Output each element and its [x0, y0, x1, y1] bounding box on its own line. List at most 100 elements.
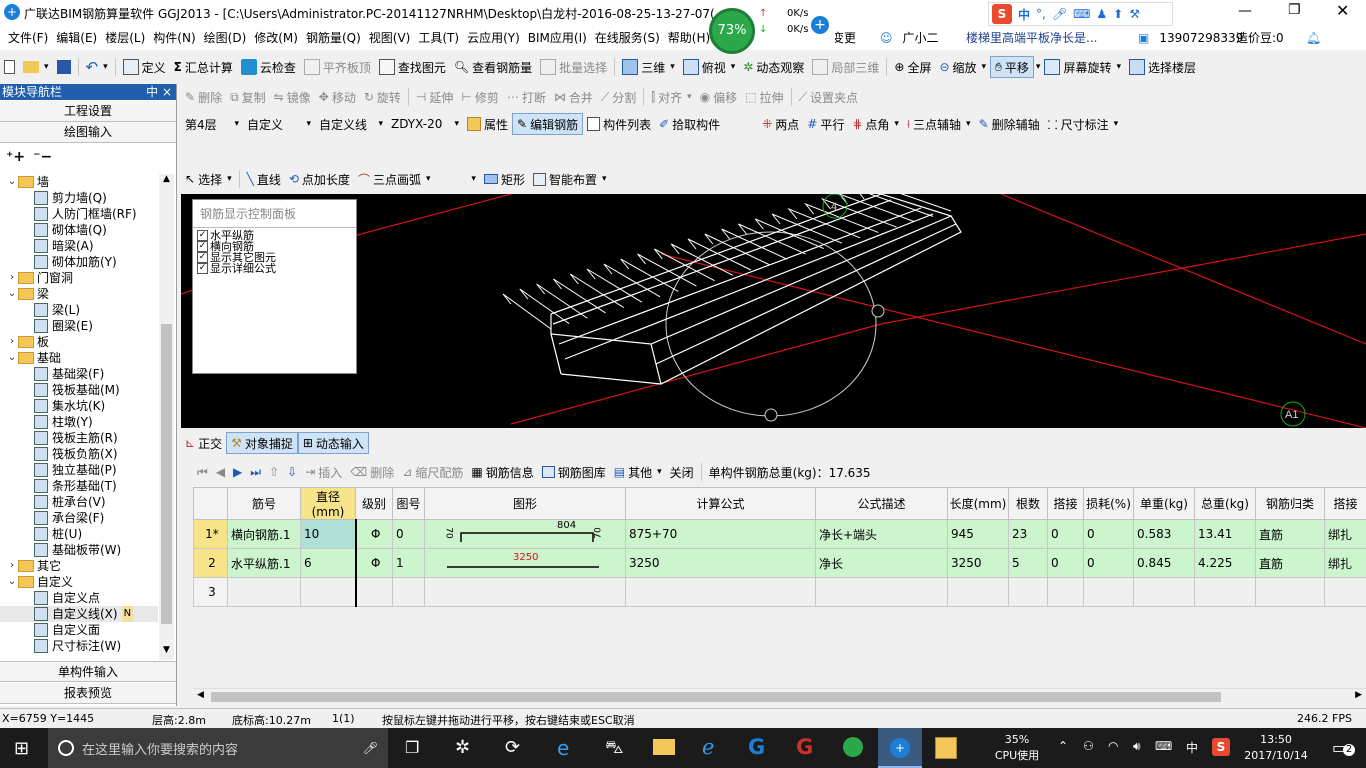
ie-browser-icon[interactable]: ℯ — [702, 735, 714, 759]
single-input-button[interactable]: 单构件输入 — [0, 661, 176, 682]
ortho-toggle[interactable]: ⊾ 正交 — [181, 432, 226, 454]
menu-modify[interactable]: 修改(M) — [250, 26, 302, 50]
keyboard-tray-icon[interactable]: ⌨ — [1155, 739, 1172, 753]
next-record-button[interactable]: ▶ — [229, 461, 246, 483]
rotate-button[interactable]: ↻ 旋转 — [360, 86, 405, 108]
tree-item[interactable]: 筏板基础(M) — [0, 382, 158, 398]
table-cell-laptype[interactable]: 绑扎 — [1324, 519, 1366, 549]
table-cell-cls[interactable]: 直筋 — [1255, 519, 1325, 549]
tree-folder[interactable]: ⌄ 墙 — [0, 174, 158, 190]
tree-item[interactable]: 圈梁(E) — [0, 318, 158, 334]
people-icon[interactable]: ⚇ — [1083, 739, 1094, 753]
pick-component-button[interactable]: ✐ 拾取构件 — [655, 113, 724, 135]
collapse-icon[interactable]: ⌄ — [6, 574, 18, 590]
table-cell-fig[interactable]: 0 — [392, 519, 425, 549]
two-point-button[interactable]: ⁜ 两点 — [758, 113, 803, 135]
nav-pin-close[interactable]: 中 × — [146, 84, 176, 100]
table-cell-cls[interactable] — [1255, 577, 1325, 607]
tree-item[interactable]: 尺寸标注(W) — [0, 638, 158, 654]
ime-lang[interactable]: 中 — [1018, 6, 1030, 23]
tree-item[interactable]: 筏板负筋(X) — [0, 446, 158, 462]
tree-item[interactable]: 条形基础(T) — [0, 478, 158, 494]
spiral-app-icon[interactable]: ⟳ — [505, 737, 520, 758]
table-cell-grade[interactable]: Φ — [355, 548, 393, 578]
tree-folder[interactable]: › 门窗洞 — [0, 270, 158, 286]
prev-record-button[interactable]: ◀ — [212, 461, 229, 483]
clock[interactable]: 13:50 2017/10/14 — [1240, 732, 1312, 764]
tree-item[interactable]: 柱墩(Y) — [0, 414, 158, 430]
collapse-icon[interactable]: ⌄ — [6, 350, 18, 366]
merge-button[interactable]: ⋈ 合并 — [550, 86, 597, 108]
tree-item[interactable]: 筏板主筋(R) — [0, 430, 158, 446]
table-cell-laptype[interactable]: 绑扎 — [1324, 548, 1366, 578]
column-header[interactable]: 直径(mm) — [300, 487, 356, 520]
column-header[interactable]: 级别 — [355, 487, 393, 520]
keyboard-icon[interactable]: ⌨ — [1073, 7, 1090, 21]
name-select[interactable]: ZDYX-20 ▾ — [387, 113, 463, 135]
point-length-button[interactable]: ⟲ 点加长度 — [285, 168, 354, 190]
table-cell-name[interactable]: 水平纵筋.1 — [227, 548, 301, 578]
new-file-button[interactable] — [0, 56, 19, 78]
table-row[interactable]: 3 — [193, 577, 1366, 607]
sogou-tray-icon[interactable]: S — [1212, 738, 1230, 756]
bell-icon[interactable]: 🔔︎ — [1302, 26, 1325, 50]
option-detailed-formula[interactable]: ✓ 显示详细公式 — [197, 263, 352, 274]
mic-icon[interactable]: 🎤︎ — [363, 741, 378, 755]
table-cell-no[interactable]: 1* — [193, 519, 228, 549]
task-view-icon[interactable]: ❐ — [405, 738, 419, 757]
define-button[interactable]: 定义 — [119, 56, 170, 78]
tree-item[interactable]: 砌体加筋(Y) — [0, 254, 158, 270]
trim-button[interactable]: ⊢ 修剪 — [457, 86, 502, 108]
column-header[interactable]: 搭接 — [1324, 487, 1366, 520]
category-select[interactable]: 自定义 ▾ — [243, 113, 315, 135]
draw-input-button[interactable]: 绘图输入 — [0, 122, 176, 143]
column-header[interactable]: 根数 — [1008, 487, 1048, 520]
zoom-button[interactable]: ⊝ 缩放 ▾ — [935, 56, 990, 78]
column-header[interactable]: 图形 — [424, 487, 626, 520]
edit-rebar-button[interactable]: ✎ 编辑钢筋 — [512, 113, 584, 135]
tree-item[interactable]: 自定义面 — [0, 622, 158, 638]
menu-tools[interactable]: 工具(T) — [414, 26, 463, 50]
expand-icon[interactable]: › — [6, 558, 18, 574]
scroll-thumb[interactable] — [161, 324, 172, 624]
table-cell-dia[interactable]: 10 — [300, 519, 357, 549]
extend-button[interactable]: ⊣ 延伸 — [412, 86, 457, 108]
rectangle-button[interactable]: 矩形 — [480, 168, 529, 190]
column-header[interactable]: 单重(kg) — [1133, 487, 1195, 520]
tree-item[interactable]: 桩承台(V) — [0, 494, 158, 510]
close-button[interactable]: ✕ — [1336, 1, 1349, 20]
dynamic-input-toggle[interactable]: ⊞ 动态输入 — [297, 432, 369, 454]
split-button[interactable]: ⟋ 分割 — [597, 86, 640, 108]
scroll-down-icon[interactable]: ▼ — [159, 645, 174, 660]
tree-scrollbar[interactable]: ▲ ▼ — [159, 174, 174, 660]
move-button[interactable]: ✥ 移动 — [315, 86, 360, 108]
file-explorer-icon[interactable] — [653, 739, 675, 755]
open-file-button[interactable]: ▾ — [19, 56, 53, 78]
sogou-logo-icon[interactable]: S — [992, 4, 1012, 24]
other-menu-button[interactable]: ▤ 其他 ▾ — [610, 461, 666, 483]
column-header[interactable]: 钢筋归类 — [1255, 487, 1325, 520]
find-element-button[interactable]: 查找图元 — [375, 56, 450, 78]
point-angle-button[interactable]: ⋕ 点角 ▾ — [848, 113, 903, 135]
table-row[interactable]: 2 水平纵筋.1 6 Φ 1 3250 3250 净长 3250 5 0 0 0.845 4.225 直筋绑… — [193, 548, 1366, 578]
table-cell-name[interactable]: 横向钢筋.1 — [227, 519, 301, 549]
menu-bim[interactable]: BIM应用(I) — [524, 26, 591, 50]
table-cell-lap[interactable] — [1047, 577, 1084, 607]
notice-link[interactable]: 楼梯里高端平板净长是... — [962, 26, 1101, 50]
table-cell-loss[interactable]: 0 — [1083, 519, 1134, 549]
scale-rebar-button[interactable]: ⊿ 缩尺配筋 — [398, 461, 467, 483]
input-lang[interactable]: 中 — [1186, 739, 1198, 756]
parallel-button[interactable]: # 平行 — [803, 113, 848, 135]
column-header[interactable]: 计算公式 — [625, 487, 816, 520]
align-button[interactable]: ⫿ 对齐 ▾ — [647, 86, 695, 108]
scroll-right-icon[interactable]: ▶ — [1355, 690, 1362, 700]
report-preview-button[interactable]: 报表预览 — [0, 683, 176, 704]
offset-button[interactable]: ◉ 偏移 — [696, 86, 742, 108]
menu-component[interactable]: 构件(N) — [149, 26, 199, 50]
view-qty-button[interactable]: 🔍︎ 查看钢筋量 — [450, 56, 536, 78]
table-cell-unit[interactable]: 0.845 — [1133, 548, 1195, 578]
table-cell-laptype[interactable] — [1324, 577, 1366, 607]
table-cell-no[interactable]: 3 — [193, 577, 228, 607]
minimize-button[interactable]: — — [1238, 3, 1252, 19]
tree-folder[interactable]: ⌄ 基础 — [0, 350, 158, 366]
